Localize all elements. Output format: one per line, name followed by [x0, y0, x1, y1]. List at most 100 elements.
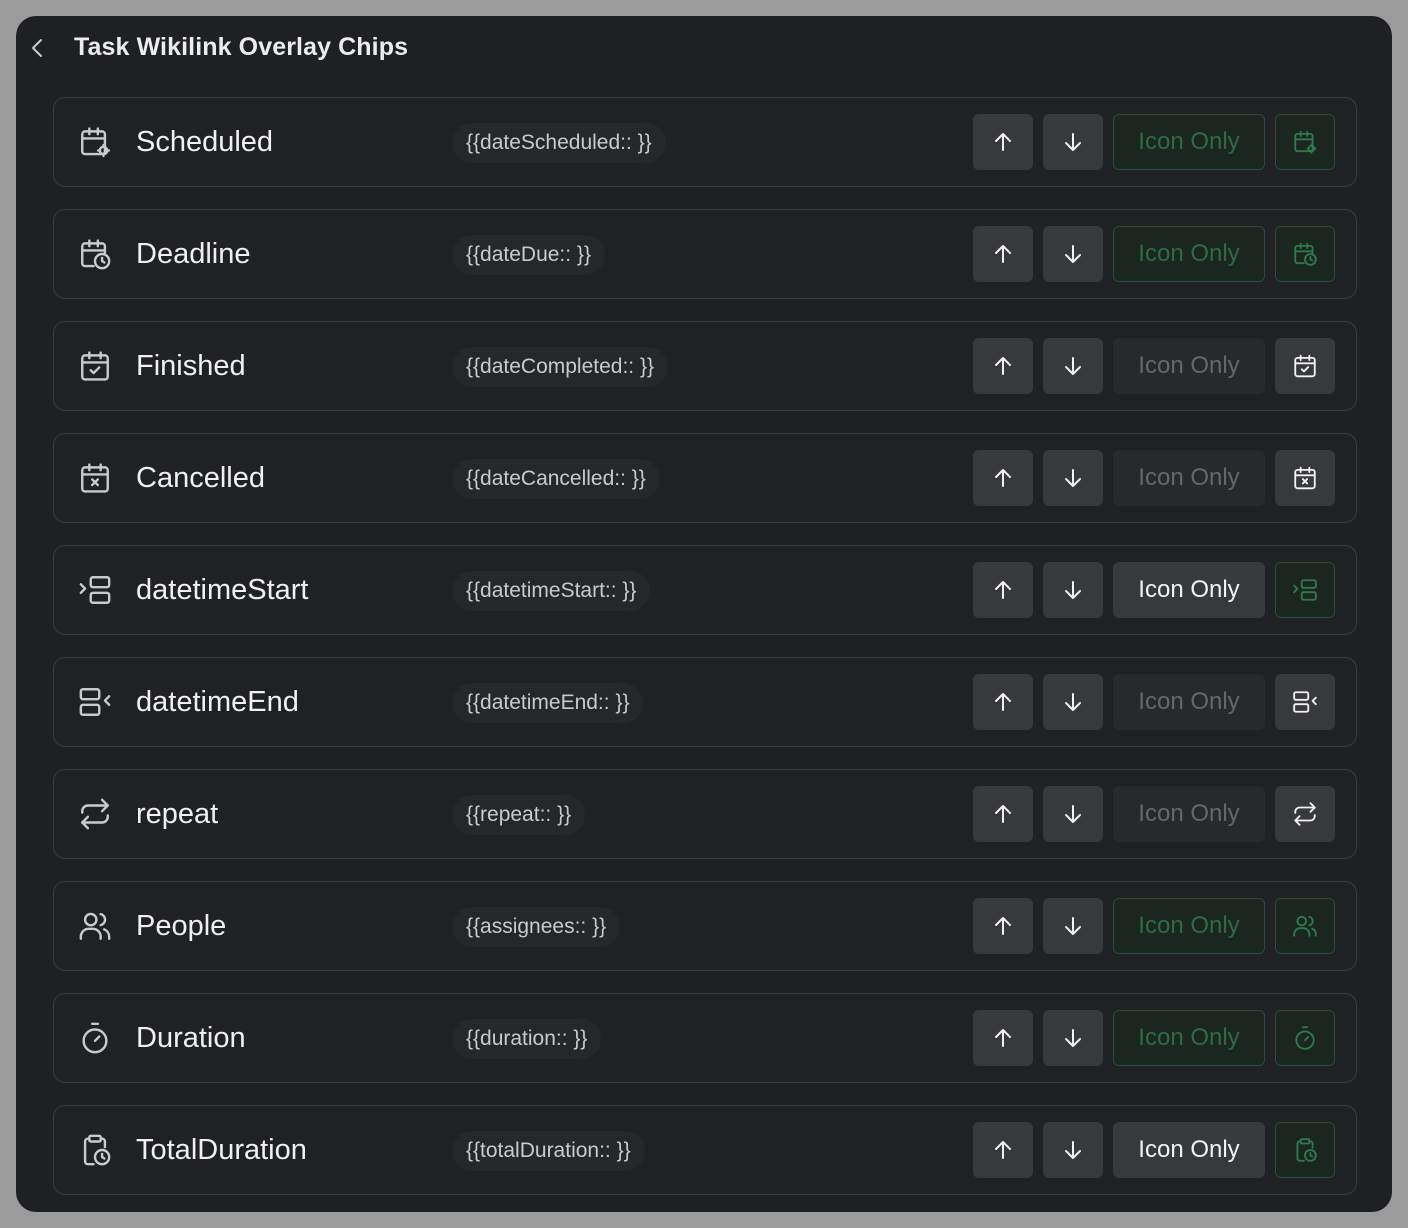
arrow-up-icon [991, 802, 1015, 826]
icon-only-toggle[interactable]: Icon Only [1113, 786, 1265, 842]
move-up-button[interactable] [973, 786, 1033, 842]
move-up-button[interactable] [973, 1122, 1033, 1178]
move-up-button[interactable] [973, 226, 1033, 282]
row-label: repeat [136, 798, 219, 830]
chip-row-deadline: Deadline {{dateDue:: }} Icon Only [53, 209, 1357, 299]
row-label: TotalDuration [136, 1134, 307, 1166]
field-chip: {{totalDuration:: }} [452, 1131, 645, 1171]
move-down-button[interactable] [1043, 562, 1103, 618]
move-down-button[interactable] [1043, 338, 1103, 394]
row-label: Finished [136, 350, 246, 382]
arrow-up-icon [991, 1026, 1015, 1050]
arrow-down-icon [1061, 914, 1085, 938]
field-chip: {{datetimeEnd:: }} [452, 683, 644, 723]
chip-row-repeat: repeat {{repeat:: }} Icon Only [53, 769, 1357, 859]
arrow-down-icon [1061, 354, 1085, 378]
field-chip: {{dateCompleted:: }} [452, 347, 668, 387]
field-chip: {{assignees:: }} [452, 907, 621, 947]
chevron-left-icon [28, 36, 48, 60]
align-start-icon [78, 573, 112, 607]
clipboard-clock-icon [78, 1133, 112, 1167]
arrow-down-icon [1061, 1026, 1085, 1050]
field-chip: {{dateCancelled:: }} [452, 459, 660, 499]
field-chip: {{dateScheduled:: }} [452, 123, 666, 163]
settings-window: Task Wikilink Overlay Chips Scheduled {{d… [16, 16, 1392, 1212]
timer-icon [78, 1021, 112, 1055]
move-up-button[interactable] [973, 562, 1033, 618]
chip-row-totalduration: TotalDuration {{totalDuration:: }} Icon On… [53, 1105, 1357, 1195]
icon-preview-button[interactable] [1275, 1010, 1335, 1066]
icon-preview-button[interactable] [1275, 226, 1335, 282]
chip-row-cancelled: Cancelled {{dateCancelled:: }} Icon Only [53, 433, 1357, 523]
field-chip: {{repeat:: }} [452, 795, 586, 835]
icon-preview-button[interactable] [1275, 786, 1335, 842]
align-start-icon [1292, 577, 1318, 603]
icon-only-toggle[interactable]: Icon Only [1113, 1010, 1265, 1066]
icon-only-toggle[interactable]: Icon Only [1113, 674, 1265, 730]
move-up-button[interactable] [973, 450, 1033, 506]
arrow-down-icon [1061, 578, 1085, 602]
chip-row-datetimestart: datetimeStart {{datetimeStart:: }} Icon On… [53, 545, 1357, 635]
calendar-check-icon [78, 349, 112, 383]
move-down-button[interactable] [1043, 450, 1103, 506]
repeat-icon [78, 797, 112, 831]
calendar-clock-icon [1292, 241, 1318, 267]
icon-preview-button[interactable] [1275, 674, 1335, 730]
move-up-button[interactable] [973, 338, 1033, 394]
arrow-up-icon [991, 130, 1015, 154]
field-chip: {{dateDue:: }} [452, 235, 605, 275]
chip-row-finished: Finished {{dateCompleted:: }} Icon Only [53, 321, 1357, 411]
repeat-icon [1292, 801, 1318, 827]
arrow-down-icon [1061, 1138, 1085, 1162]
icon-only-toggle[interactable]: Icon Only [1113, 338, 1265, 394]
clipboard-clock-icon [1292, 1137, 1318, 1163]
arrow-up-icon [991, 1138, 1015, 1162]
icon-preview-button[interactable] [1275, 898, 1335, 954]
move-up-button[interactable] [973, 1010, 1033, 1066]
field-chip: {{datetimeStart:: }} [452, 571, 651, 611]
move-down-button[interactable] [1043, 674, 1103, 730]
row-label: datetimeStart [136, 574, 309, 606]
icon-preview-button[interactable] [1275, 450, 1335, 506]
arrow-up-icon [991, 690, 1015, 714]
field-chip: {{duration:: }} [452, 1019, 602, 1059]
move-down-button[interactable] [1043, 1010, 1103, 1066]
calendar-x-icon [1292, 465, 1318, 491]
calendar-cog-icon [1292, 129, 1318, 155]
row-label: Cancelled [136, 462, 265, 494]
move-up-button[interactable] [973, 114, 1033, 170]
move-down-button[interactable] [1043, 1122, 1103, 1178]
arrow-down-icon [1061, 130, 1085, 154]
arrow-up-icon [991, 466, 1015, 490]
move-down-button[interactable] [1043, 898, 1103, 954]
row-label: Scheduled [136, 126, 274, 158]
users-icon [78, 909, 112, 943]
arrow-up-icon [991, 914, 1015, 938]
icon-preview-button[interactable] [1275, 114, 1335, 170]
icon-only-toggle[interactable]: Icon Only [1113, 114, 1265, 170]
move-down-button[interactable] [1043, 226, 1103, 282]
arrow-down-icon [1061, 802, 1085, 826]
icon-only-toggle[interactable]: Icon Only [1113, 1122, 1265, 1178]
row-label: Duration [136, 1022, 246, 1054]
icon-only-toggle[interactable]: Icon Only [1113, 450, 1265, 506]
move-down-button[interactable] [1043, 114, 1103, 170]
icon-only-toggle[interactable]: Icon Only [1113, 562, 1265, 618]
icon-only-toggle[interactable]: Icon Only [1113, 898, 1265, 954]
icon-preview-button[interactable] [1275, 562, 1335, 618]
icon-only-toggle[interactable]: Icon Only [1113, 226, 1265, 282]
move-up-button[interactable] [973, 674, 1033, 730]
align-end-icon [78, 685, 112, 719]
row-label: datetimeEnd [136, 686, 299, 718]
move-up-button[interactable] [973, 898, 1033, 954]
move-down-button[interactable] [1043, 786, 1103, 842]
back-button[interactable] [24, 34, 52, 62]
icon-preview-button[interactable] [1275, 338, 1335, 394]
chip-row-datetimeend: datetimeEnd {{datetimeEnd:: }} Icon Only [53, 657, 1357, 747]
arrow-down-icon [1061, 242, 1085, 266]
calendar-check-icon [1292, 353, 1318, 379]
chip-row-scheduled: Scheduled {{dateScheduled:: }} Icon Only [53, 97, 1357, 187]
timer-icon [1292, 1025, 1318, 1051]
icon-preview-button[interactable] [1275, 1122, 1335, 1178]
chip-row-people: People {{assignees:: }} Icon Only [53, 881, 1357, 971]
